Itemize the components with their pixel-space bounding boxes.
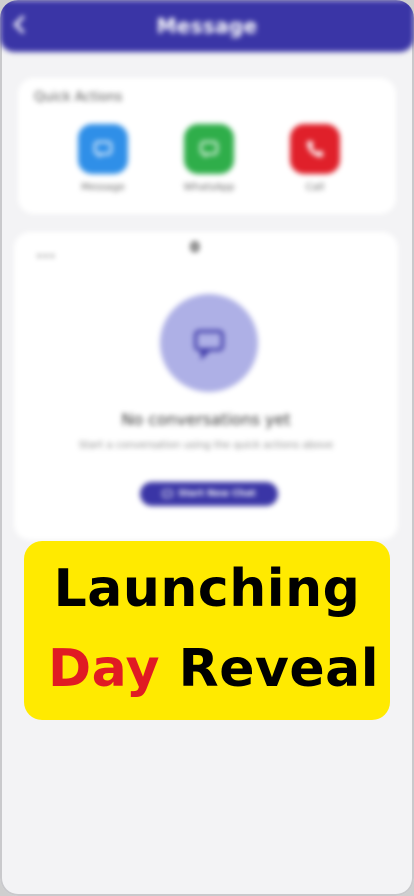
quick-actions-title: Quick Actions bbox=[34, 90, 123, 105]
phone-icon[interactable] bbox=[290, 124, 340, 174]
empty-state-illustration bbox=[160, 294, 258, 392]
banner-line-2: Day Reveal bbox=[48, 639, 379, 699]
blurred-app-content: Message Quick Actions Message WhatsApp C… bbox=[0, 0, 414, 896]
chat-plus-icon bbox=[162, 489, 174, 499]
banner-word-reveal: Reveal bbox=[178, 639, 380, 699]
back-arrow-icon[interactable] bbox=[13, 15, 32, 34]
quick-action-label: WhatsApp bbox=[183, 182, 235, 193]
banner-word-day: Day bbox=[48, 639, 161, 699]
start-new-chat-label: Start New Chat bbox=[178, 489, 256, 499]
conversations-label: ••• bbox=[36, 250, 56, 263]
whatsapp-icon[interactable] bbox=[184, 124, 234, 174]
quick-action-whatsapp[interactable]: WhatsApp bbox=[164, 124, 254, 193]
launch-announcement-banner: Launching Day Reveal bbox=[24, 541, 390, 720]
chat-bubble-icon bbox=[194, 329, 224, 360]
phone-screen: Message Quick Actions Message WhatsApp C… bbox=[0, 0, 414, 896]
quick-action-label: Message bbox=[81, 182, 125, 193]
quick-action-message[interactable]: Message bbox=[58, 124, 148, 193]
app-bar: Message bbox=[0, 0, 414, 52]
quick-action-label: Call bbox=[305, 182, 325, 193]
banner-line-1: Launching bbox=[53, 559, 361, 619]
app-bar-title: Message bbox=[156, 14, 258, 38]
message-icon[interactable] bbox=[78, 124, 128, 174]
conversations-card: ••• 0 No conversations yet Start a conve… bbox=[14, 232, 398, 540]
quick-action-call[interactable]: Call bbox=[270, 124, 360, 193]
quick-actions-card: Quick Actions Message WhatsApp Call bbox=[18, 78, 396, 214]
start-new-chat-button[interactable]: Start New Chat bbox=[140, 482, 278, 506]
conversations-count: 0 bbox=[190, 240, 200, 256]
empty-state-subtitle: Start a conversation using the quick act… bbox=[78, 440, 334, 451]
empty-state-title: No conversations yet bbox=[121, 410, 291, 429]
